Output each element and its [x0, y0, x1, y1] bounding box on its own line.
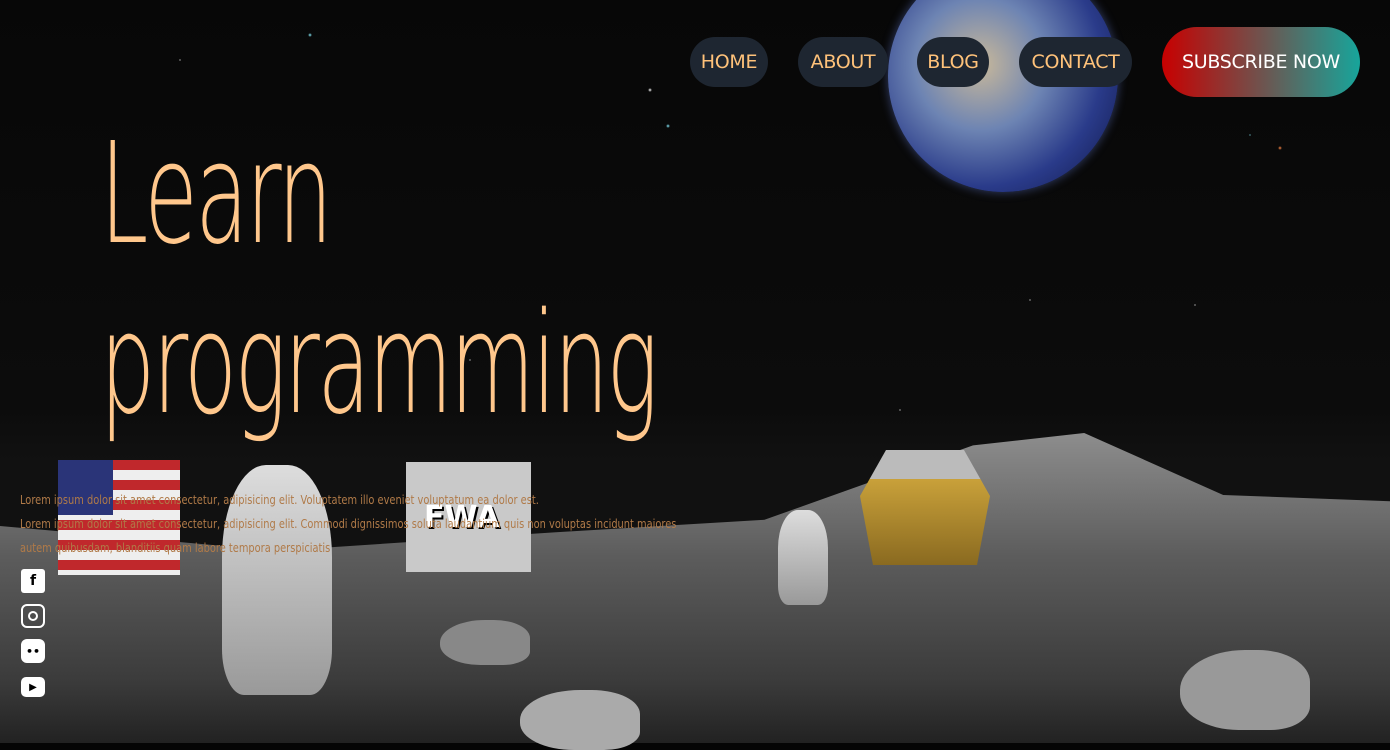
hero-description: Lorem ipsum dolor sit amet consectetur, … — [20, 488, 692, 560]
hero-title: Learn programming — [100, 110, 658, 450]
subscribe-button[interactable]: SUBSCRIBE NOW — [1162, 27, 1360, 97]
nav-contact[interactable]: CONTACT — [1019, 37, 1132, 87]
youtube-icon[interactable]: ▶ — [21, 677, 45, 697]
facebook-icon[interactable]: f — [21, 569, 45, 593]
instagram-icon[interactable] — [21, 604, 45, 628]
nav-blog[interactable]: BLOG — [917, 37, 989, 87]
discord-icon[interactable]: •• — [21, 639, 45, 663]
title-line-1: Learn — [100, 113, 333, 276]
nav-home[interactable]: HOME — [690, 37, 768, 87]
rock — [1180, 650, 1310, 730]
lunar-module — [860, 450, 990, 565]
rock — [440, 620, 530, 665]
paragraph-2: Lorem ipsum dolor sit amet consectetur, … — [20, 517, 677, 555]
rock — [520, 690, 640, 750]
paragraph-1: Lorem ipsum dolor sit amet consectetur, … — [20, 493, 539, 507]
title-line-2: programming — [100, 283, 658, 446]
astronaut — [778, 510, 828, 605]
nav-about[interactable]: ABOUT — [798, 37, 888, 87]
